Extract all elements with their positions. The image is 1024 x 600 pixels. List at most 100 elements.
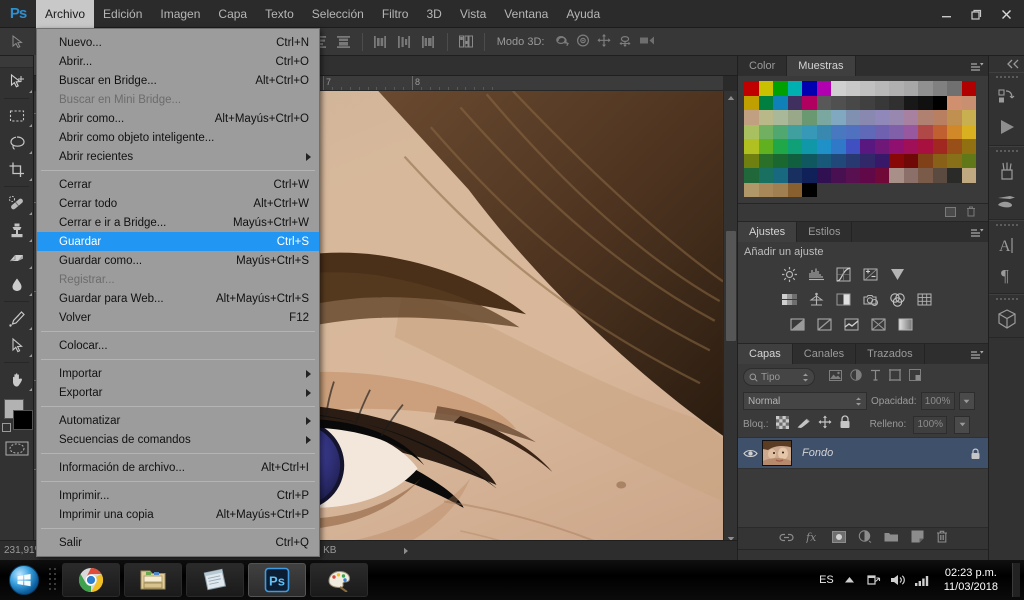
color-swatch[interactable] (758, 182, 773, 197)
color-swatch[interactable] (932, 153, 947, 168)
color-swatch[interactable] (758, 153, 773, 168)
color-balance-icon[interactable] (805, 289, 827, 309)
color-swatch[interactable] (744, 124, 759, 139)
action-center-icon[interactable] (866, 572, 882, 588)
color-swatch[interactable] (758, 124, 773, 139)
color-swatch[interactable] (816, 110, 831, 125)
color-swatch[interactable] (947, 168, 962, 183)
color-swatch[interactable] (831, 168, 846, 183)
blend-mode-select[interactable]: Normal (743, 392, 867, 410)
color-swatch[interactable] (845, 153, 860, 168)
layer-thumbnail[interactable] (762, 440, 792, 466)
color-panel-tab-muestras[interactable]: Muestras (787, 56, 856, 76)
new-swatch-icon[interactable] (945, 204, 956, 222)
pen-tool[interactable] (0, 305, 34, 332)
color-swatch[interactable] (744, 153, 759, 168)
color-swatch[interactable] (961, 95, 976, 110)
color-swatch[interactable] (744, 95, 759, 110)
menu-item-imprimir-una-copia[interactable]: Imprimir una copia Alt+Mayús+Ctrl+P (37, 505, 319, 524)
posterize-icon[interactable] (813, 314, 835, 334)
color-swatch[interactable] (816, 81, 831, 96)
menu-item-secuencias-de-comandos[interactable]: Secuencias de comandos (37, 430, 319, 449)
color-swatch[interactable] (787, 110, 802, 125)
color-swatch[interactable] (918, 95, 933, 110)
color-swatch[interactable] (758, 168, 773, 183)
color-swatch[interactable] (961, 110, 976, 125)
menu-item-volver[interactable]: Volver F12 (37, 308, 319, 327)
swatch-grid[interactable] (744, 81, 980, 197)
color-swatch[interactable] (816, 139, 831, 154)
color-swatch[interactable] (744, 110, 759, 125)
filter-shape-icon[interactable] (889, 368, 901, 386)
eraser-tool[interactable] (0, 244, 34, 271)
color-swatch[interactable] (874, 110, 889, 125)
color-swatch[interactable] (787, 182, 802, 197)
black-white-icon[interactable] (832, 289, 854, 309)
color-swatch[interactable] (889, 139, 904, 154)
taskbar-button-paint[interactable] (310, 563, 368, 597)
quick-mask-toggle[interactable] (0, 437, 34, 459)
menu-ayuda[interactable]: Ayuda (557, 0, 609, 28)
color-swatch[interactable] (874, 95, 889, 110)
color-swatch[interactable] (773, 153, 788, 168)
color-swatch[interactable] (744, 81, 759, 96)
color-swatch[interactable] (758, 95, 773, 110)
color-swatch[interactable] (773, 139, 788, 154)
color-swatch[interactable] (932, 124, 947, 139)
show-desktop-button[interactable] (1012, 563, 1020, 597)
roll-3d-object-icon[interactable] (575, 33, 592, 51)
color-swatch[interactable] (773, 182, 788, 197)
color-swatch[interactable] (947, 110, 962, 125)
rail-grip[interactable] (989, 147, 1024, 156)
actions-play-icon[interactable] (989, 112, 1024, 142)
layer-filter-select[interactable]: Tipo (743, 368, 815, 386)
color-swatch[interactable] (845, 110, 860, 125)
color-swatch[interactable] (802, 139, 817, 154)
color-swatch[interactable] (918, 124, 933, 139)
lock-position-icon[interactable] (818, 415, 832, 434)
hue-saturation-icon[interactable] (778, 289, 800, 309)
move-tool-options-icon[interactable] (0, 28, 36, 56)
color-swatch[interactable] (816, 95, 831, 110)
menu-item-abrir[interactable]: Abrir... Ctrl+O (37, 52, 319, 71)
color-swatch[interactable] (787, 95, 802, 110)
delete-swatch-icon[interactable] (966, 204, 976, 222)
rail-grip[interactable] (989, 221, 1024, 230)
vertical-scroll-thumb[interactable] (726, 231, 736, 341)
photo-filter-icon[interactable] (859, 289, 881, 309)
color-swatch[interactable] (831, 95, 846, 110)
clone-stamp-tool[interactable] (0, 217, 34, 244)
color-swatch[interactable] (758, 139, 773, 154)
color-swatch[interactable] (889, 124, 904, 139)
adjustments-panel-tab-estilos[interactable]: Estilos (797, 222, 853, 242)
threshold-icon[interactable] (840, 314, 862, 334)
color-swatch[interactable] (802, 153, 817, 168)
color-swatch[interactable] (860, 110, 875, 125)
adjustments-panel-tab-ajustes[interactable]: Ajustes (738, 222, 798, 242)
brush-icon[interactable] (989, 186, 1024, 216)
color-swatch[interactable] (860, 95, 875, 110)
menu-imagen[interactable]: Imagen (151, 0, 209, 28)
opacity-value[interactable]: 100% (920, 392, 955, 410)
paragraph-icon[interactable]: ¶ (989, 260, 1024, 290)
color-swatch[interactable] (889, 153, 904, 168)
auto-align-layers-button[interactable] (455, 32, 477, 52)
canvas-vertical-scrollbar[interactable] (723, 91, 737, 546)
color-swatch[interactable] (831, 139, 846, 154)
layer-style-fx-icon[interactable]: fx (805, 530, 820, 548)
menu-item-abrir-recientes[interactable]: Abrir recientes (37, 147, 319, 166)
scroll-up-arrow-icon[interactable] (724, 91, 738, 105)
status-menu-arrow-icon[interactable] (396, 547, 416, 555)
color-swatch[interactable] (918, 139, 933, 154)
color-swatch[interactable] (816, 153, 831, 168)
color-swatch[interactable] (889, 81, 904, 96)
new-adjustment-layer-icon[interactable] (858, 529, 872, 548)
color-swatch[interactable] (773, 110, 788, 125)
menu-item-imprimir[interactable]: Imprimir... Ctrl+P (37, 486, 319, 505)
drag-3d-object-icon[interactable] (596, 33, 613, 51)
color-swatch[interactable] (961, 81, 976, 96)
color-swatch[interactable] (802, 124, 817, 139)
blur-tool[interactable] (0, 271, 34, 298)
color-swatch[interactable] (903, 124, 918, 139)
color-panel-tab-color[interactable]: Color (738, 56, 788, 76)
